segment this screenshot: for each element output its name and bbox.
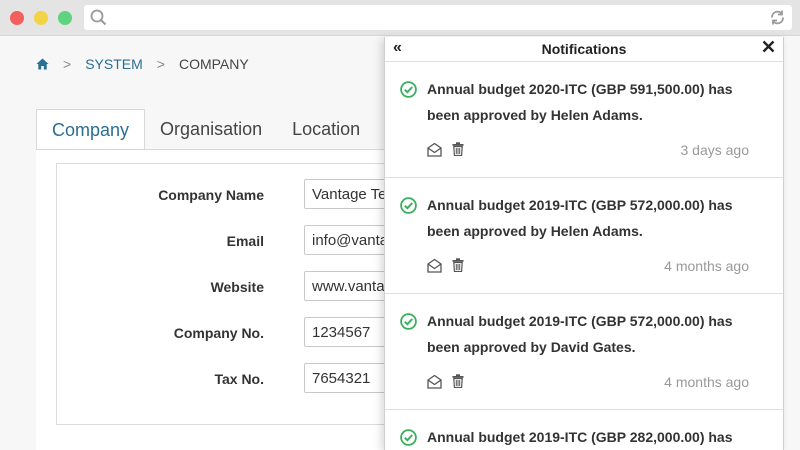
window-close-button[interactable] (10, 11, 24, 25)
window-minimize-button[interactable] (34, 11, 48, 25)
company-name-label: Company Name (158, 187, 264, 203)
window-maximize-button[interactable] (58, 11, 72, 25)
breadcrumb-company: COMPANY (178, 56, 249, 72)
mark-read-icon[interactable] (427, 374, 442, 389)
check-circle-icon (400, 429, 417, 446)
notification-time: 4 months ago (664, 258, 749, 274)
breadcrumb-separator: > (156, 56, 165, 72)
notification-message: Annual budget 2019-ITC (GBP 572,000.00) … (427, 313, 733, 355)
trash-icon[interactable] (452, 142, 464, 156)
trash-icon[interactable] (452, 258, 464, 272)
breadcrumb: > SYSTEM > COMPANY (36, 56, 249, 72)
breadcrumb-separator: > (63, 56, 72, 72)
notification-message: Annual budget 2019-ITC (GBP 572,000.00) … (427, 197, 733, 239)
address-bar[interactable] (84, 5, 792, 30)
breadcrumb-system[interactable]: SYSTEM (85, 56, 143, 72)
tax-no-label: Tax No. (214, 371, 264, 387)
notification-actions (427, 258, 464, 273)
tab-company[interactable]: Company (36, 109, 146, 150)
reload-icon[interactable] (769, 9, 786, 26)
notification-actions (427, 142, 464, 157)
close-icon[interactable] (762, 40, 775, 53)
mark-read-icon[interactable] (427, 142, 442, 157)
notification-item: Annual budget 2019-ITC (GBP 572,000.00) … (385, 178, 783, 294)
search-icon (90, 9, 107, 26)
check-circle-icon (400, 197, 417, 214)
mark-read-icon[interactable] (427, 258, 442, 273)
notifications-header: « Notifications (385, 37, 783, 62)
tab-location[interactable]: Location (277, 109, 375, 150)
company-no-label: Company No. (173, 325, 264, 341)
check-circle-icon (400, 313, 417, 330)
home-icon[interactable] (36, 58, 49, 70)
notification-item: Annual budget 2019-ITC (GBP 282,000.00) … (385, 410, 783, 450)
email-label: Email (226, 233, 264, 249)
notification-actions (427, 374, 464, 389)
website-label: Website (210, 279, 264, 295)
check-circle-icon (400, 81, 417, 98)
notifications-title: Notifications (541, 41, 627, 57)
tab-bar: Company Organisation Location (36, 109, 375, 150)
notification-time: 3 days ago (680, 142, 750, 158)
notification-message: Annual budget 2019-ITC (GBP 282,000.00) … (427, 429, 733, 445)
browser-toolbar (0, 0, 800, 36)
notification-item: Annual budget 2019-ITC (GBP 572,000.00) … (385, 294, 783, 410)
tab-organisation[interactable]: Organisation (145, 109, 277, 150)
notifications-panel: « Notifications Annual budget 2020-ITC (… (384, 37, 784, 450)
notification-time: 4 months ago (664, 374, 749, 390)
notification-item: Annual budget 2020-ITC (GBP 591,500.00) … (385, 62, 783, 178)
notification-message: Annual budget 2020-ITC (GBP 591,500.00) … (427, 81, 733, 123)
trash-icon[interactable] (452, 374, 464, 388)
